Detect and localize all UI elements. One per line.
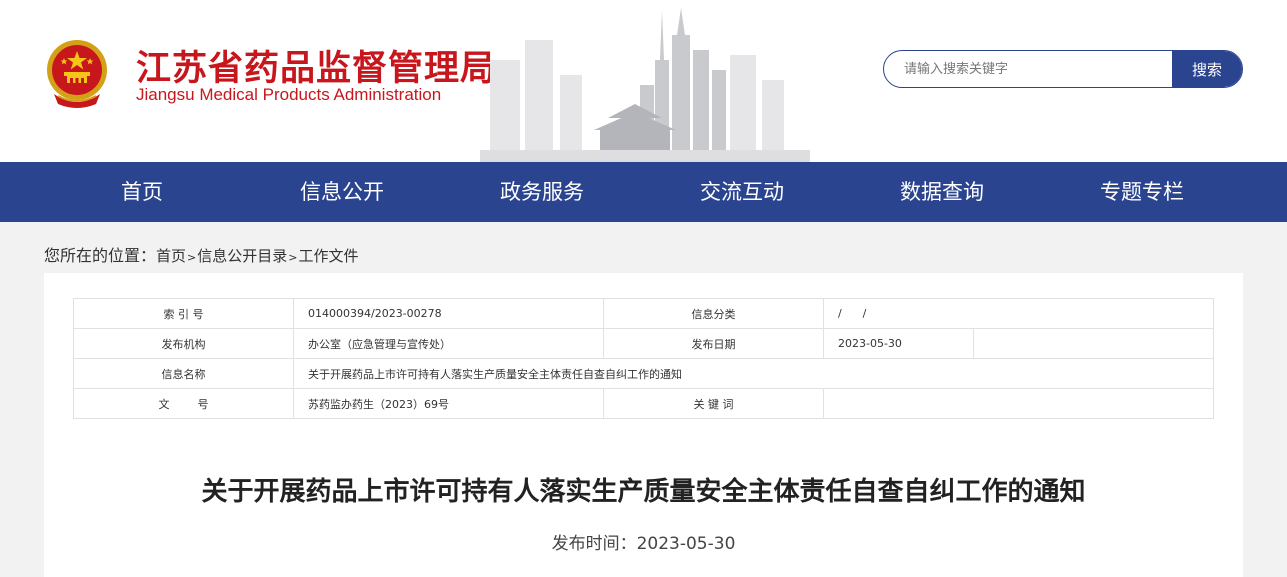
info-name-label: 信息名称 (73, 358, 294, 389)
main-nav: 首页 信息公开 政务服务 交流互动 数据查询 专题专栏 (0, 162, 1287, 222)
table-row: 文 号 苏药监办药生（2023）69号 关 键 词 (73, 388, 1214, 419)
breadcrumb-separator: > (288, 251, 298, 264)
article-publish-date: 发布时间：2023-05-30 (551, 534, 736, 554)
category-label: 信息分类 (603, 298, 824, 329)
nav-item-info-disclosure[interactable]: 信息公开 (242, 162, 442, 222)
article-panel: 索 引 号 014000394/2023-00278 信息分类 / / 发布机构… (44, 273, 1243, 577)
nav-item-home[interactable]: 首页 (42, 162, 242, 222)
breadcrumb: 您所在的位置：首页>信息公开目录>工作文件 (44, 242, 359, 266)
category-value: / / (823, 298, 1214, 329)
article-title: 关于开展药品上市许可持有人落实生产质量安全主体责任自查自纠工作的通知 (201, 477, 1086, 507)
table-row: 发布机构 办公室（应急管理与宣传处） 发布日期 2023-05-30 (73, 328, 1214, 359)
publish-date-value: 2023-05-30 (823, 328, 974, 359)
search-box: 搜索 (883, 50, 1243, 88)
empty-cell (973, 328, 1214, 359)
nav-item-interaction[interactable]: 交流互动 (642, 162, 842, 222)
breadcrumb-work-docs-link[interactable]: 工作文件 (298, 247, 358, 265)
site-title: 江苏省药品监督管理局 (136, 49, 497, 89)
keywords-value (823, 388, 1214, 419)
publish-date-label: 发布日期 (603, 328, 824, 359)
index-number-label: 索 引 号 (73, 298, 294, 329)
table-row: 信息名称 关于开展药品上市许可持有人落实生产质量安全主体责任自查自纠工作的通知 (73, 358, 1214, 389)
doc-number-value: 苏药监办药生（2023）69号 (293, 388, 604, 419)
search-button[interactable]: 搜索 (1172, 51, 1242, 87)
keywords-label: 关 键 词 (603, 388, 824, 419)
site-subtitle: Jiangsu Medical Products Administration (136, 85, 442, 104)
national-emblem-icon (47, 40, 107, 108)
nav-item-gov-services[interactable]: 政务服务 (442, 162, 642, 222)
table-row: 索 引 号 014000394/2023-00278 信息分类 / / (73, 298, 1214, 329)
metadata-table: 索 引 号 014000394/2023-00278 信息分类 / / 发布机构… (73, 298, 1214, 419)
nav-item-special-topics[interactable]: 专题专栏 (1042, 162, 1242, 222)
breadcrumb-separator: > (187, 251, 197, 264)
index-number-value: 014000394/2023-00278 (293, 298, 604, 329)
info-name-value: 关于开展药品上市许可持有人落实生产质量安全主体责任自查自纠工作的通知 (293, 358, 1214, 389)
breadcrumb-home-link[interactable]: 首页 (156, 247, 186, 265)
publisher-label: 发布机构 (73, 328, 294, 359)
publisher-value: 办公室（应急管理与宣传处） (293, 328, 604, 359)
city-skyline-image (480, 8, 810, 162)
site-header: 江苏省药品监督管理局 Jiangsu Medical Products Admi… (0, 0, 1287, 162)
breadcrumb-prefix: 您所在的位置： (44, 246, 157, 265)
doc-number-label: 文 号 (73, 388, 294, 419)
breadcrumb-info-catalog-link[interactable]: 信息公开目录 (197, 247, 287, 265)
search-input[interactable] (884, 51, 1172, 87)
nav-item-data-query[interactable]: 数据查询 (842, 162, 1042, 222)
